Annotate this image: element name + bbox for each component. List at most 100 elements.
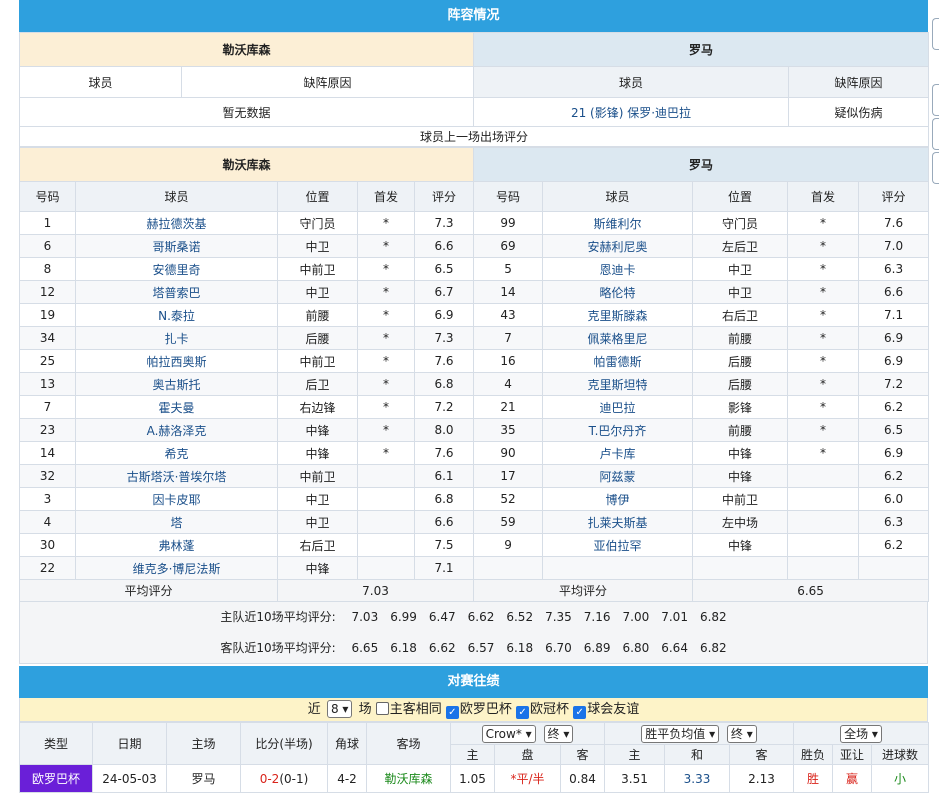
away-player-name[interactable]: 阿兹蒙 [542, 464, 694, 488]
away-player-starter [787, 533, 860, 557]
odds-type-select[interactable]: 胜平负均值 ▾ [641, 724, 720, 743]
away-player-position: 左后卫 [692, 234, 789, 258]
home-player-position: 中前卫 [277, 257, 358, 281]
home-recent-value: 7.03 [351, 610, 379, 624]
side-tab-3[interactable] [932, 118, 939, 150]
home-player-number: 34 [19, 326, 76, 350]
away-absent-player[interactable]: 21 (影锋) 保罗·迪巴拉 [473, 97, 790, 127]
period-select[interactable]: 全场 ▾ [840, 724, 882, 743]
home-avg: 7.03 [276, 579, 475, 602]
away-player-name[interactable]: 亚伯拉罕 [542, 533, 694, 557]
asian-stage-select[interactable]: 终 ▾ [543, 724, 574, 743]
away-team-name: 罗马 [473, 32, 930, 67]
away-player-starter: * [787, 257, 860, 281]
home-player-name[interactable]: 古斯塔沃·普埃尔塔 [75, 464, 278, 488]
same-label: 主客相同 [389, 702, 442, 717]
away-player-name[interactable]: 略伦特 [542, 280, 694, 304]
home-recent-value: 6.62 [467, 610, 495, 624]
europa-checkbox[interactable]: ✓ [445, 706, 459, 719]
away-player-rating: 6.3 [858, 510, 930, 534]
home-player-starter: * [357, 349, 415, 373]
match-away[interactable]: 勒沃库森 [366, 764, 451, 793]
home-player-name[interactable]: 哥斯桑诺 [75, 234, 278, 258]
home-player-starter: * [357, 280, 415, 304]
home-player-rating: 6.8 [413, 487, 475, 511]
eu-stage-select[interactable]: 终 ▾ [726, 724, 757, 743]
away-avg: 6.65 [692, 579, 930, 602]
away-player-name[interactable]: 博伊 [542, 487, 694, 511]
home-player-name[interactable]: 安德里奇 [75, 257, 278, 281]
away-player-rating: 7.2 [858, 372, 930, 396]
away-player-starter: * [787, 303, 860, 327]
side-tab-2[interactable] [932, 84, 939, 116]
home-player-name[interactable]: 赫拉德茨基 [75, 211, 278, 235]
same-checkbox[interactable] [375, 702, 389, 715]
away-player-number: 69 [473, 234, 544, 258]
match-home[interactable]: 罗马 [166, 764, 241, 793]
away-player-name[interactable]: 克里斯坦特 [542, 372, 694, 396]
home-player-rating: 7.1 [413, 556, 475, 580]
home-player-name[interactable]: A.赫洛泽克 [75, 418, 278, 442]
home-player-starter: * [357, 211, 415, 235]
player-row: 3 因卡皮耶 中卫 6.8 52 博伊 中前卫 6.0 [19, 487, 930, 511]
home-player-rating: 8.0 [413, 418, 475, 442]
away-player-name[interactable]: T.巴尔丹齐 [542, 418, 694, 442]
side-tab-1[interactable] [932, 18, 939, 50]
away-player-name[interactable]: 帕雷德斯 [542, 349, 694, 373]
home-player-number: 14 [19, 441, 76, 465]
match-score[interactable]: 0-2(0-1) [240, 764, 328, 793]
home-player-number: 30 [19, 533, 76, 557]
home-player-name[interactable]: 希克 [75, 441, 278, 465]
home-col-2: 位置 [277, 181, 358, 212]
home-player-name[interactable]: 塔普索巴 [75, 280, 278, 304]
h-score: 比分(半场) [240, 722, 328, 765]
match-type[interactable]: 欧罗巴杯 [19, 764, 93, 793]
home-player-starter: * [357, 234, 415, 258]
h-o6: 客 [729, 744, 795, 765]
away-player-name[interactable]: 斯维利尔 [542, 211, 694, 235]
away-player-name[interactable]: 佩莱格里尼 [542, 326, 694, 350]
home-player-name[interactable]: 维克多·博尼法斯 [75, 556, 278, 580]
rating-table: 勒沃库森 罗马 号码 球员 位置 首发 评分 号码 球员 位置 首发 评分 1 赫拉德茨基 守门员 * 7… [18, 147, 930, 602]
away-player-name[interactable]: 卢卡库 [542, 441, 694, 465]
away-player-position: 中卫 [692, 280, 789, 304]
ucl-checkbox[interactable]: ✓ [516, 706, 530, 719]
away-player-number: 4 [473, 372, 544, 396]
away-player-name[interactable]: 扎莱夫斯基 [542, 510, 694, 534]
home-team-name: 勒沃库森 [18, 32, 475, 67]
away-player-name[interactable]: 迪巴拉 [542, 395, 694, 419]
away-player-name[interactable]: 恩迪卡 [542, 257, 694, 281]
home-player-position: 后腰 [277, 326, 358, 350]
away-player-name[interactable]: 克里斯滕森 [542, 303, 694, 327]
home-player-name[interactable]: 霍夫曼 [75, 395, 278, 419]
home-player-number: 25 [19, 349, 76, 373]
home-player-name[interactable]: 奥古斯托 [75, 372, 278, 396]
eu-away: 2.13 [729, 764, 795, 793]
away-player-rating: 6.3 [858, 257, 930, 281]
home-player-position: 中锋 [277, 441, 358, 465]
friendly-checkbox[interactable]: ✓ [573, 706, 587, 719]
home-player-name[interactable]: 弗林蓬 [75, 533, 278, 557]
away-player-starter [787, 464, 860, 488]
home-player-number: 13 [19, 372, 76, 396]
count-select[interactable]: 8 ▾ [326, 700, 353, 718]
player-row: 12 塔普索巴 中卫 * 6.7 14 略伦特 中卫 * 6.6 [19, 280, 930, 304]
h-o2: 盘 [494, 744, 561, 765]
away-col-2: 位置 [692, 181, 789, 212]
away-player-rating: 7.0 [858, 234, 930, 258]
home-player-name[interactable]: 帕拉西奥斯 [75, 349, 278, 373]
away-player-name[interactable] [542, 556, 694, 580]
home-player-name[interactable]: 塔 [75, 510, 278, 534]
home-player-name[interactable]: 因卡皮耶 [75, 487, 278, 511]
away-player-name[interactable]: 安赫利尼奥 [542, 234, 694, 258]
away-player-number: 59 [473, 510, 544, 534]
side-tab-4[interactable] [932, 152, 939, 184]
company-select[interactable]: Crow* ▾ [481, 724, 536, 743]
home-player-name[interactable]: N.泰拉 [75, 303, 278, 327]
away-recent-value: 6.64 [661, 641, 688, 655]
europa-label: 欧罗巴杯 [459, 702, 512, 717]
away-col-1: 球员 [542, 181, 694, 212]
home-player-name[interactable]: 扎卡 [75, 326, 278, 350]
h-date: 日期 [92, 722, 167, 765]
odds-away: 0.84 [559, 764, 606, 793]
